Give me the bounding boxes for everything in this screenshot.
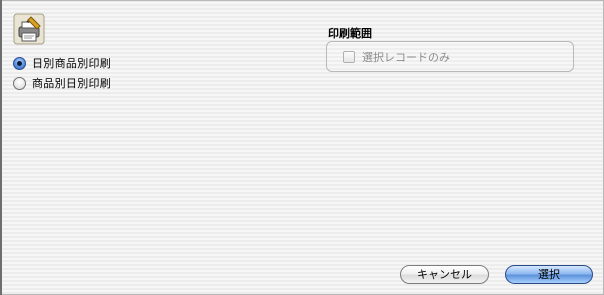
radio-button-selected[interactable] <box>13 56 26 70</box>
window-left-edge <box>0 0 2 295</box>
selected-records-only-checkbox[interactable] <box>343 51 355 63</box>
print-mode-radio-group: 日別商品別印刷 商品別日別印刷 <box>13 53 111 93</box>
cancel-button[interactable]: キャンセル <box>400 265 489 284</box>
print-range-title: 印刷範囲 <box>328 27 372 40</box>
radio-label: 日別商品別印刷 <box>32 57 112 70</box>
selected-records-only-option[interactable]: 選択レコードのみ <box>343 49 450 65</box>
radio-by-date-then-product[interactable]: 日別商品別印刷 <box>13 53 111 73</box>
print-range-group-box: 選択レコードのみ <box>326 41 574 72</box>
radio-by-product-then-date[interactable]: 商品別日別印刷 <box>13 73 111 93</box>
checkbox-label: 選択レコードのみ <box>362 51 450 64</box>
printer-icon <box>13 13 45 45</box>
radio-label: 商品別日別印刷 <box>32 77 112 90</box>
select-button[interactable]: 選択 <box>505 265 593 284</box>
radio-button[interactable] <box>13 76 26 90</box>
